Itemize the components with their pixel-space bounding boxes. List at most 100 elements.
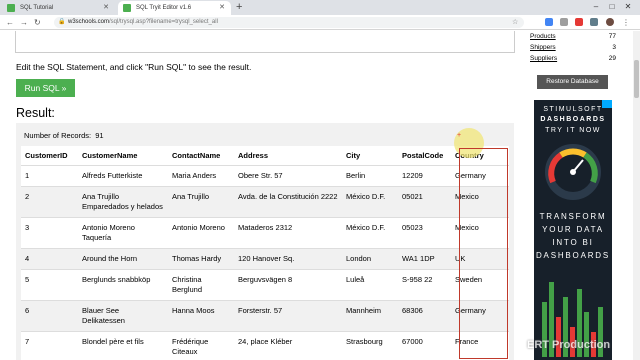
tab-sql-tutorial[interactable]: SQL Tutorial ✕: [2, 1, 115, 15]
result-heading: Result:: [16, 106, 55, 120]
profile-avatar[interactable]: [606, 18, 614, 26]
cell-postalcode: 68306: [398, 300, 451, 332]
db-row-shippers: Shippers 3: [530, 44, 616, 51]
cell-country: Sweden: [451, 269, 509, 301]
cell-city: Berlin: [342, 165, 398, 187]
cell-contactname: Ana Trujillo: [168, 186, 234, 218]
cell-country: Germany: [451, 300, 509, 332]
ad-headline-line: YOUR DATA: [542, 225, 604, 234]
cell-postalcode: WA1 1DP: [398, 248, 451, 270]
reload-icon[interactable]: ↻: [34, 15, 41, 30]
table-link-shippers[interactable]: Shippers: [530, 44, 556, 51]
cell-city: México D.F.: [342, 217, 398, 249]
extension-icon[interactable]: [545, 18, 553, 26]
cell-address: Avda. de la Constitución 2222: [234, 186, 342, 218]
cell-city: Strasbourg: [342, 331, 398, 360]
scrollbar-thumb[interactable]: [634, 60, 639, 98]
records-label: Number of Records:: [24, 131, 92, 140]
tab-strip: SQL Tutorial ✕ SQL Tryit Editor v1.6 ✕ +…: [0, 0, 640, 15]
tab-sql-tryit-editor[interactable]: SQL Tryit Editor v1.6 ✕: [118, 1, 231, 15]
ad-brand-line1: STIMULSOFT: [543, 106, 603, 113]
cell-customerid: 7: [21, 331, 78, 360]
cell-customername: Alfreds Futterkiste: [78, 165, 168, 187]
cell-customername: Blauer See Delikatessen: [78, 300, 168, 332]
records-count: Number of Records: 91: [22, 131, 104, 140]
column-header-address: Address: [234, 146, 342, 166]
cell-address: Forsterstr. 57: [234, 300, 342, 332]
cell-customerid: 5: [21, 269, 78, 301]
extension-icon[interactable]: [560, 18, 568, 26]
watermark-text: ERT Production: [527, 339, 611, 351]
w3schools-favicon-icon: [7, 4, 15, 12]
table-link-products[interactable]: Products: [530, 33, 556, 40]
cell-city: Luleå: [342, 269, 398, 301]
cell-customername: Antonio Moreno Taquería: [78, 217, 168, 249]
cell-customerid: 1: [21, 165, 78, 187]
browser-window: SQL Tutorial ✕ SQL Tryit Editor v1.6 ✕ +…: [0, 0, 640, 360]
db-row-suppliers: Suppliers 29: [530, 55, 616, 62]
cell-contactname: Thomas Hardy: [168, 248, 234, 270]
ad-headline-line: TRANSFORM: [539, 212, 607, 221]
cell-city: Mannheim: [342, 300, 398, 332]
table-row: 7 Blondel père et fils Frédérique Citeaux 2…: [21, 331, 509, 360]
bookmark-star-icon[interactable]: ☆: [512, 15, 518, 30]
cell-city: México D.F.: [342, 186, 398, 218]
result-panel: Number of Records: 91 CustomerID Custome…: [16, 123, 514, 360]
cell-country: Mexico: [451, 217, 509, 249]
instruction-text: Edit the SQL Statement, and click "Run S…: [16, 62, 252, 72]
db-row-products: Products 77: [530, 33, 616, 40]
results-table: CustomerID CustomerName ContactName Addr…: [21, 146, 509, 360]
cell-address: 24, place Kléber: [234, 331, 342, 360]
table-row: 5 Berglunds snabbköp Christina Berglund Ber…: [21, 269, 509, 301]
cell-address: Obere Str. 57: [234, 165, 342, 187]
column-header-city: City: [342, 146, 398, 166]
ad-headline-line: DASHBOARDS: [535, 251, 610, 260]
close-tab-icon[interactable]: ✕: [103, 1, 109, 15]
w3schools-favicon-icon: [123, 4, 131, 12]
cell-contactname: Maria Anders: [168, 165, 234, 187]
stimulsoft-ad-banner[interactable]: STIMULSOFT DASHBOARDS TRY IT NOW TRANSFO…: [534, 100, 612, 360]
cell-customerid: 6: [21, 300, 78, 332]
cell-contactname: Antonio Moreno: [168, 217, 234, 249]
restore-database-button[interactable]: Restore Database: [537, 75, 608, 89]
cell-country: Mexico: [451, 186, 509, 218]
table-link-suppliers[interactable]: Suppliers: [530, 55, 557, 62]
cell-customername: Around the Horn: [78, 248, 168, 270]
column-header-customername: CustomerName: [78, 146, 168, 166]
run-sql-button[interactable]: Run SQL »: [16, 79, 75, 97]
minimize-button[interactable]: –: [588, 0, 604, 14]
forward-arrow-icon[interactable]: →: [20, 15, 28, 30]
url-host: w3schools.com: [68, 19, 110, 25]
record-count: 29: [608, 55, 616, 62]
table-row: 3 Antonio Moreno Taquería Antonio Moreno Ma…: [21, 217, 509, 249]
cursor-icon: +: [457, 132, 462, 139]
extension-icon[interactable]: [590, 18, 598, 26]
back-arrow-icon[interactable]: ←: [6, 15, 14, 30]
cell-contactname: Frédérique Citeaux: [168, 331, 234, 360]
record-count: 77: [608, 33, 616, 40]
cell-customername: Ana Trujillo Emparedados y helados: [78, 186, 168, 218]
sql-editor[interactable]: [15, 31, 515, 53]
address-bar[interactable]: 🔒 w3schools.com/sql/trysql.asp?filename=…: [54, 17, 524, 28]
table-row: 2 Ana Trujillo Emparedados y helados Ana T…: [21, 186, 509, 218]
ad-cta: TRY IT NOW: [545, 127, 601, 134]
cell-country: Germany: [451, 165, 509, 187]
ad-brand-line2: DASHBOARDS: [540, 116, 606, 123]
close-tab-icon[interactable]: ✕: [219, 1, 225, 15]
menu-kebab-icon[interactable]: ⋮: [622, 15, 630, 30]
new-tab-button[interactable]: +: [236, 0, 242, 14]
cell-postalcode: 05021: [398, 186, 451, 218]
browser-toolbar: ← → ↻ 🔒 w3schools.com/sql/trysql.asp?fil…: [0, 15, 640, 30]
cell-address: Berguvsvägen 8: [234, 269, 342, 301]
records-value: 91: [95, 131, 104, 140]
url-path: /sql/trysql.asp?filename=trysql_select_a…: [109, 19, 218, 25]
window-controls: – □ ✕: [588, 0, 636, 14]
column-header-customerid: CustomerID: [21, 146, 78, 166]
cell-address: Mataderos 2312: [234, 217, 342, 249]
cell-postalcode: 05023: [398, 217, 451, 249]
maximize-button[interactable]: □: [604, 0, 620, 14]
column-header-contactname: ContactName: [168, 146, 234, 166]
pdf-extension-icon[interactable]: [575, 18, 583, 26]
close-window-button[interactable]: ✕: [620, 0, 636, 14]
table-row: 6 Blauer See Delikatessen Hanna Moos Forste…: [21, 300, 509, 332]
